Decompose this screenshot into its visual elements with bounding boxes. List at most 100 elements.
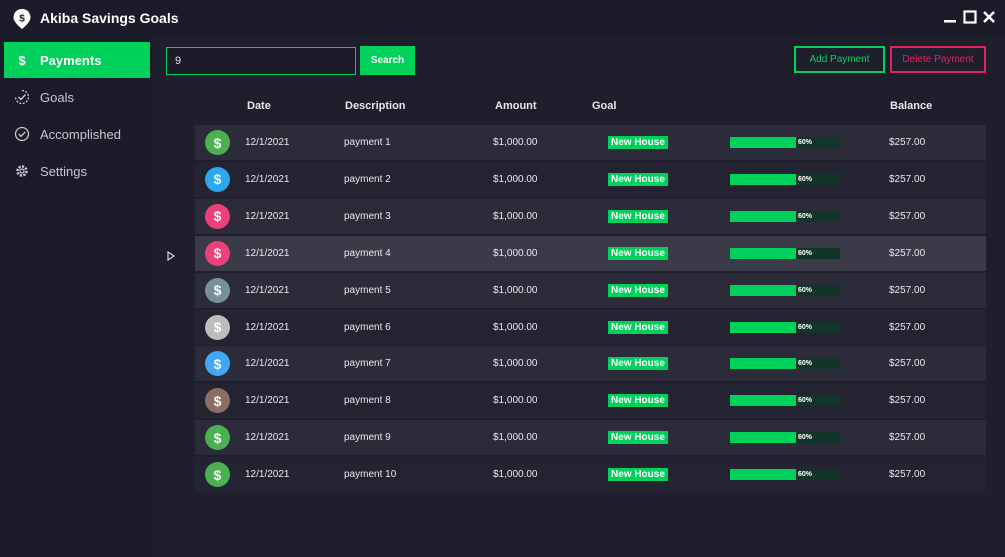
description-cell: payment 1	[344, 137, 391, 148]
description-cell: payment 4	[344, 247, 391, 259]
table-row[interactable]: $12/1/2021 payment 7 $1,000.00 New House 60%…	[195, 346, 986, 382]
goal-cell: New House	[608, 310, 668, 345]
table-row[interactable]: $12/1/2021 payment 5 $1,000.00 New House 60%…	[195, 272, 986, 308]
description-cell: payment 6	[344, 321, 391, 333]
avatar-cell: $	[205, 125, 230, 160]
table-row[interactable]: $12/1/2021 payment 10 $1,000.00 New House 60…	[195, 457, 986, 493]
progress-fill	[730, 173, 796, 185]
goal-badge: New House	[608, 283, 668, 297]
close-icon[interactable]	[981, 9, 997, 25]
date-cell: 12/1/2021	[245, 173, 290, 185]
goal-cell: New House	[608, 420, 668, 455]
progress-label: 60%	[798, 434, 813, 442]
description-cell: payment 8	[344, 395, 391, 407]
amount-cell: $1,000.00	[493, 321, 538, 333]
dollar-icon: $	[205, 240, 230, 266]
progress-bar: 60%	[730, 358, 840, 370]
column-header-description[interactable]: Description	[345, 100, 406, 112]
balance-cell: $257.00	[889, 284, 926, 296]
dollar-icon: $	[205, 425, 230, 451]
sidebar-item-payments[interactable]: $ Payments	[4, 42, 150, 78]
maximize-icon[interactable]	[962, 9, 978, 25]
date-cell: 12/1/2021	[245, 210, 290, 222]
sidebar-item-label: Payments	[40, 52, 102, 68]
balance-cell: $257.00	[889, 432, 926, 444]
progress-cell: 60%	[730, 199, 840, 234]
table-row[interactable]: $12/1/2021 payment 1 $1,000.00 New House 60%…	[195, 125, 986, 160]
description-cell: payment 5	[344, 284, 391, 296]
progress-label: 60%	[798, 139, 813, 146]
progress-label: 60%	[798, 323, 813, 331]
balance-cell: $257.00	[889, 321, 926, 333]
table-row[interactable]: $12/1/2021 payment 3 $1,000.00 New House 60%…	[195, 198, 986, 234]
column-header-amount[interactable]: Amount	[495, 100, 537, 112]
description-cell: payment 9	[344, 432, 391, 444]
amount-cell: $1,000.00	[493, 432, 538, 444]
progress-cell: 60%	[730, 310, 840, 345]
svg-text:$: $	[19, 14, 25, 25]
balance-cell: $257.00	[889, 210, 926, 222]
progress-fill	[730, 432, 796, 444]
progress-bar: 60%	[730, 432, 840, 444]
table-row[interactable]: $12/1/2021 payment 6 $1,000.00 New House 60%…	[195, 309, 986, 345]
search-button[interactable]: Search	[360, 46, 415, 75]
amount-cell: $1,000.00	[493, 358, 538, 370]
table-row[interactable]: $12/1/2021 payment 4 $1,000.00 New House 60%…	[195, 235, 986, 271]
title-bar: $ Akiba Savings Goals	[0, 0, 1005, 38]
description-cell: payment 7	[344, 358, 391, 370]
gear-icon	[13, 162, 31, 180]
progress-cell: 60%	[730, 273, 840, 308]
goal-badge: New House	[608, 246, 668, 260]
row-pointer-icon	[167, 248, 176, 262]
goal-badge: New House	[608, 136, 668, 149]
dollar-icon: $	[205, 314, 230, 340]
sidebar-item-accomplished[interactable]: Accomplished	[4, 116, 150, 152]
check-circle-icon	[13, 125, 31, 143]
minimize-icon[interactable]	[942, 9, 958, 25]
amount-cell: $1,000.00	[493, 469, 538, 481]
progress-fill	[730, 469, 796, 481]
column-header-goal[interactable]: Goal	[592, 100, 616, 112]
goal-badge: New House	[608, 357, 668, 371]
column-header-balance[interactable]: Balance	[890, 100, 932, 112]
delete-payment-button[interactable]: Delete Payment	[890, 46, 986, 73]
amount-cell: $1,000.00	[493, 137, 538, 148]
progress-label: 60%	[798, 286, 813, 294]
goal-badge: New House	[608, 431, 668, 445]
sidebar: $ Payments Goals Accomplished Settings	[0, 38, 152, 557]
app-logo-icon: $	[12, 8, 32, 30]
avatar-cell: $	[205, 273, 230, 308]
goal-cell: New House	[608, 273, 668, 308]
balance-cell: $257.00	[889, 137, 926, 148]
goal-cell: New House	[608, 236, 668, 271]
avatar-cell: $	[205, 199, 230, 234]
search-input[interactable]	[166, 47, 356, 75]
balance-cell: $257.00	[889, 173, 926, 185]
sidebar-item-label: Settings	[40, 163, 87, 179]
table-row[interactable]: $12/1/2021 payment 9 $1,000.00 New House 60%…	[195, 420, 986, 456]
progress-label: 60%	[798, 212, 813, 220]
dollar-icon: $	[205, 351, 230, 377]
date-cell: 12/1/2021	[245, 321, 290, 333]
dollar-icon: $	[205, 203, 230, 229]
goal-badge: New House	[608, 320, 668, 334]
goal-badge: New House	[608, 468, 668, 482]
progress-fill	[730, 137, 796, 148]
sidebar-item-goals[interactable]: Goals	[4, 79, 150, 115]
table-row[interactable]: $12/1/2021 payment 2 $1,000.00 New House 60%…	[195, 161, 986, 197]
column-header-date[interactable]: Date	[247, 100, 271, 112]
date-cell: 12/1/2021	[245, 358, 290, 370]
progress-fill	[730, 321, 796, 333]
progress-cell: 60%	[730, 346, 840, 381]
avatar-cell: $	[205, 346, 230, 381]
goal-cell: New House	[608, 457, 668, 492]
progress-fill	[730, 210, 796, 222]
progress-fill	[730, 247, 796, 259]
progress-cell: 60%	[730, 420, 840, 455]
progress-cell: 60%	[730, 162, 840, 197]
add-payment-button[interactable]: Add Payment	[794, 46, 885, 73]
goal-cell: New House	[608, 125, 668, 160]
table-row[interactable]: $12/1/2021 payment 8 $1,000.00 New House 60%…	[195, 383, 986, 419]
sidebar-item-settings[interactable]: Settings	[4, 153, 150, 189]
balance-cell: $257.00	[889, 469, 926, 481]
